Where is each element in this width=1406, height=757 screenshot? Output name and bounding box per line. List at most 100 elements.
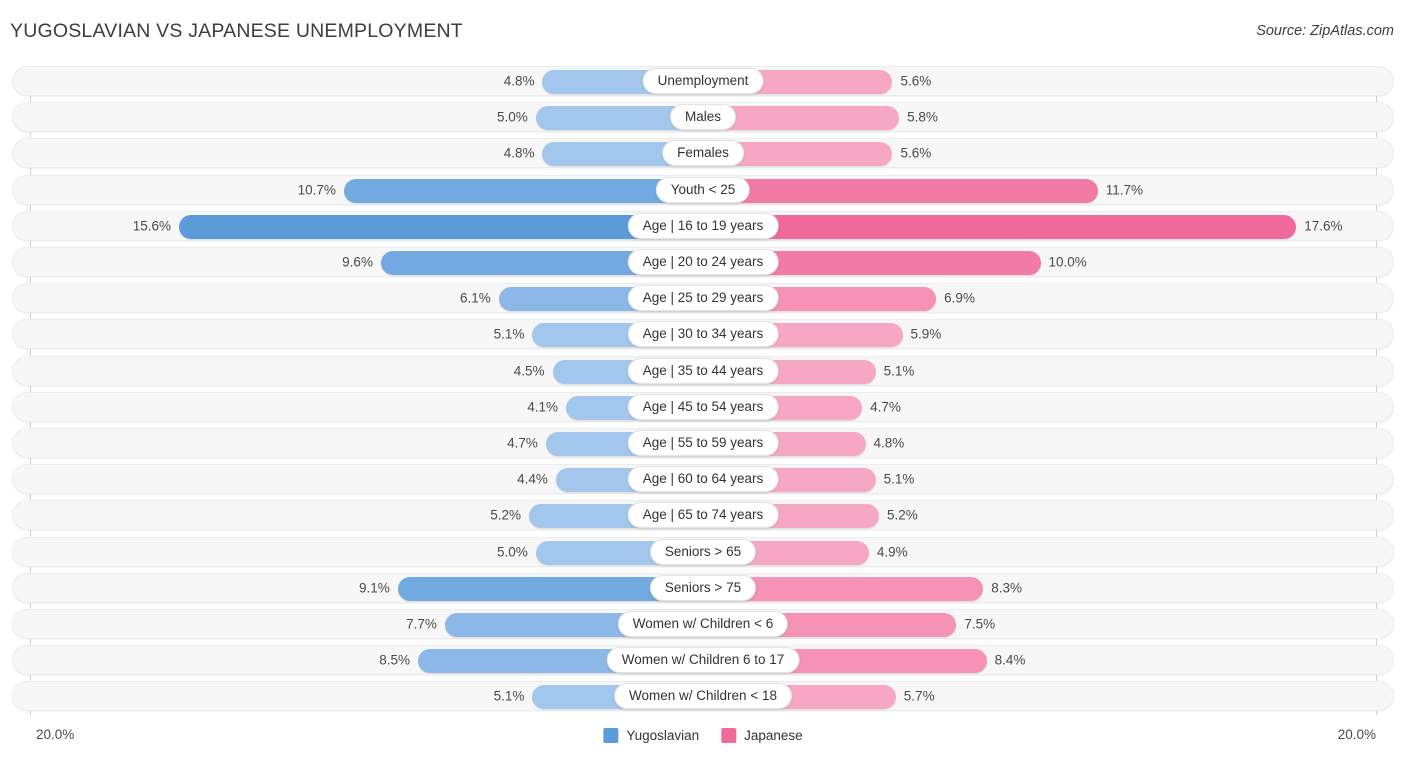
table-row[interactable]: 4.8% 5.6% Females [12, 138, 1394, 169]
row-content: 9.1% 8.3% Seniors > 75 [13, 574, 1393, 602]
value-label-japanese: 5.1% [883, 471, 915, 487]
axis-tick-right: 20.0% [1337, 727, 1376, 742]
table-row[interactable]: 5.1% 5.7% Women w/ Children < 18 [12, 681, 1394, 712]
value-label-japanese: 6.9% [944, 290, 975, 306]
category-label-pill[interactable]: Age | 30 to 34 years [627, 321, 779, 348]
value-label-japanese: 5.1% [883, 363, 915, 379]
table-row[interactable]: 6.1% 6.9% Age | 25 to 29 years [12, 283, 1394, 314]
chart-plot-area: 4.8% 5.6% Unemployment 5.0% 5.8% Males 4.8% 5.6… [12, 66, 1394, 715]
bar-yugoslavian[interactable] [343, 178, 704, 203]
table-row[interactable]: 8.5% 8.4% Women w/ Children 6 to 17 [12, 645, 1394, 676]
value-label-yugoslavian: 4.4% [517, 471, 548, 487]
legend-item[interactable]: Yugoslavian [603, 728, 699, 743]
category-label-pill[interactable]: Youth < 25 [655, 176, 751, 203]
table-row[interactable]: 9.1% 8.3% Seniors > 75 [12, 572, 1394, 603]
category-label-pill[interactable]: Women w/ Children < 18 [614, 683, 792, 710]
category-label-pill[interactable]: Women w/ Children 6 to 17 [606, 647, 800, 674]
category-label-pill[interactable]: Age | 60 to 64 years [627, 466, 779, 493]
table-row[interactable]: 5.0% 5.8% Males [12, 102, 1394, 133]
category-label-pill[interactable]: Age | 65 to 74 years [627, 502, 779, 529]
value-label-japanese: 5.8% [907, 109, 938, 125]
row-content: 7.7% 7.5% Women w/ Children < 6 [13, 610, 1393, 638]
category-label-pill[interactable]: Seniors > 75 [649, 574, 757, 601]
value-label-japanese: 5.2% [886, 507, 918, 523]
row-content: 4.8% 5.6% Females [13, 139, 1393, 167]
table-row[interactable]: 4.4% 5.1% Age | 60 to 64 years [12, 464, 1394, 495]
row-content: 4.1% 4.7% Age | 45 to 54 years [13, 393, 1393, 421]
row-content: 9.6% 10.0% Age | 20 to 24 years [13, 248, 1393, 276]
row-content: 5.1% 5.7% Women w/ Children < 18 [13, 682, 1393, 710]
table-row[interactable]: 4.8% 5.6% Unemployment [12, 66, 1394, 96]
row-content: 15.6% 17.6% Age | 16 to 19 years [13, 212, 1393, 240]
value-label-japanese: 5.7% [903, 688, 935, 704]
category-label-pill[interactable]: Age | 16 to 19 years [627, 212, 779, 239]
table-row[interactable]: 5.1% 5.9% Age | 30 to 34 years [12, 319, 1394, 350]
category-label-pill[interactable]: Females [662, 140, 744, 167]
bar-yugoslavian[interactable] [179, 214, 704, 239]
value-label-yugoslavian: 5.0% [496, 109, 528, 125]
category-label-pill[interactable]: Age | 35 to 44 years [627, 357, 779, 384]
value-label-yugoslavian: 15.6% [132, 218, 172, 234]
bar-japanese[interactable] [704, 214, 1297, 239]
legend-label: Yugoslavian [626, 728, 700, 743]
value-label-yugoslavian: 5.2% [490, 507, 522, 523]
legend-item[interactable]: Japanese [721, 728, 803, 743]
chart-root: YUGOSLAVIAN VS JAPANESE UNEMPLOYMENT Sou… [0, 0, 1406, 757]
value-label-yugoslavian: 4.5% [513, 363, 545, 379]
page-title: YUGOSLAVIAN VS JAPANESE UNEMPLOYMENT [10, 20, 463, 42]
legend-label: Japanese [744, 728, 803, 743]
value-label-japanese: 8.4% [994, 652, 1026, 668]
value-label-japanese: 4.7% [870, 399, 901, 415]
value-label-yugoslavian: 4.8% [503, 145, 535, 161]
value-label-japanese: 7.5% [964, 616, 996, 632]
row-content: 5.0% 4.9% Seniors > 65 [13, 538, 1393, 566]
table-row[interactable]: 4.5% 5.1% Age | 35 to 44 years [12, 355, 1394, 386]
legend-swatch-icon [603, 728, 619, 743]
row-content: 6.1% 6.9% Age | 25 to 29 years [13, 284, 1393, 312]
table-row[interactable]: 9.6% 10.0% Age | 20 to 24 years [12, 247, 1394, 277]
table-row[interactable]: 15.6% 17.6% Age | 16 to 19 years [12, 210, 1394, 241]
value-label-japanese: 11.7% [1105, 182, 1143, 198]
row-content: 5.2% 5.2% Age | 65 to 74 years [13, 501, 1393, 529]
value-label-yugoslavian: 4.8% [503, 73, 535, 89]
table-row[interactable]: 4.1% 4.7% Age | 45 to 54 years [12, 391, 1394, 422]
value-label-japanese: 10.0% [1048, 254, 1087, 270]
category-label-pill[interactable]: Women w/ Children < 6 [617, 611, 789, 637]
table-row[interactable]: 4.7% 4.8% Age | 55 to 59 years [12, 428, 1394, 458]
value-label-yugoslavian: 5.1% [493, 326, 525, 342]
value-label-yugoslavian: 10.7% [297, 182, 336, 198]
category-label-pill[interactable]: Males [669, 104, 737, 131]
chart-footer: 20.0% 20.0% Yugoslavian Japanese [0, 716, 1406, 757]
row-content: 4.7% 4.8% Age | 55 to 59 years [13, 429, 1393, 457]
value-label-yugoslavian: 9.1% [359, 580, 390, 596]
chart-legend: Yugoslavian Japanese [603, 728, 803, 743]
value-label-japanese: 5.6% [900, 73, 932, 89]
category-label-pill[interactable]: Seniors > 65 [649, 538, 757, 565]
value-label-japanese: 4.9% [876, 544, 908, 560]
category-label-pill[interactable]: Age | 55 to 59 years [627, 430, 779, 456]
table-row[interactable]: 5.2% 5.2% Age | 65 to 74 years [12, 500, 1394, 531]
table-row[interactable]: 10.7% 11.7% Youth < 25 [12, 174, 1394, 205]
legend-swatch-icon [721, 728, 737, 743]
table-row[interactable]: 7.7% 7.5% Women w/ Children < 6 [12, 609, 1394, 639]
category-label-pill[interactable]: Age | 25 to 29 years [627, 285, 779, 312]
category-label-pill[interactable]: Age | 45 to 54 years [627, 393, 779, 420]
row-content: 5.1% 5.9% Age | 30 to 34 years [13, 320, 1393, 348]
category-label-pill[interactable]: Unemployment [642, 68, 764, 94]
bar-japanese[interactable] [704, 178, 1098, 203]
table-row[interactable]: 5.0% 4.9% Seniors > 65 [12, 536, 1394, 567]
value-label-japanese: 8.3% [991, 580, 1023, 596]
value-label-yugoslavian: 4.7% [507, 435, 538, 451]
value-label-japanese: 17.6% [1304, 218, 1343, 234]
value-label-yugoslavian: 5.0% [496, 544, 528, 560]
value-label-yugoslavian: 9.6% [342, 254, 373, 270]
value-label-yugoslavian: 7.7% [406, 616, 437, 632]
category-label-pill[interactable]: Age | 20 to 24 years [627, 249, 779, 275]
value-label-japanese: 4.8% [873, 435, 905, 451]
row-content: 5.0% 5.8% Males [13, 103, 1393, 131]
row-content: 10.7% 11.7% Youth < 25 [13, 176, 1393, 204]
row-content: 4.8% 5.6% Unemployment [13, 67, 1393, 95]
value-label-yugoslavian: 6.1% [459, 290, 491, 306]
row-content: 4.5% 5.1% Age | 35 to 44 years [13, 357, 1393, 385]
source-attribution: Source: ZipAtlas.com [1256, 23, 1394, 39]
